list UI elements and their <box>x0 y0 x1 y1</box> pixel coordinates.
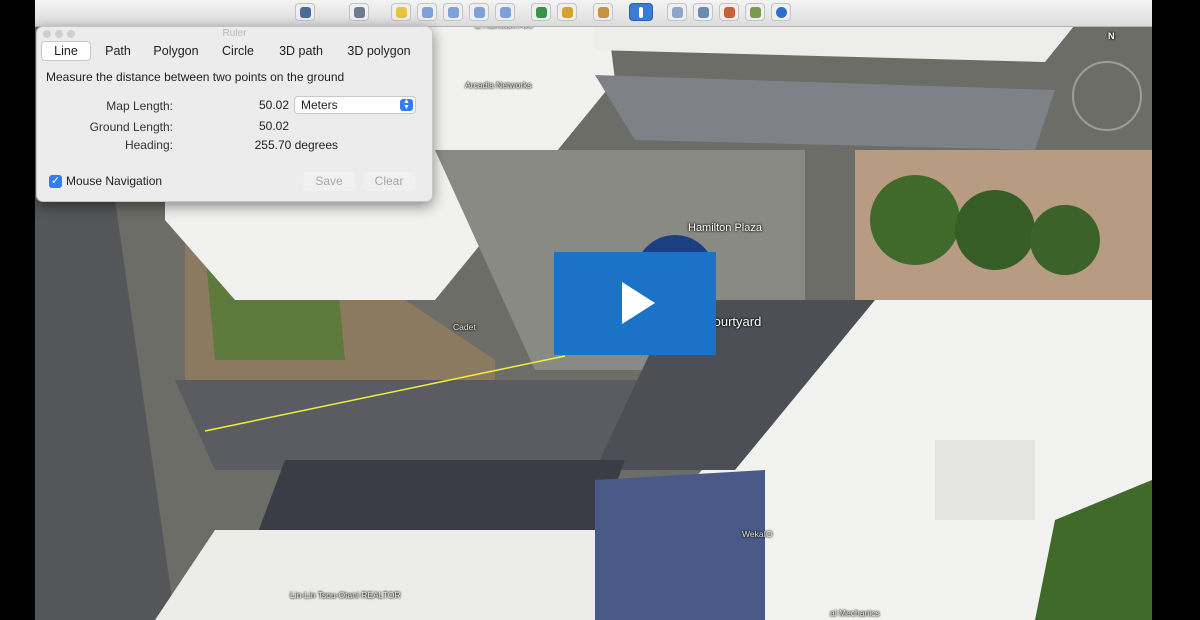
overlay-button[interactable] <box>469 3 489 21</box>
save-image-button[interactable] <box>719 3 739 21</box>
ruler-dialog: Ruler Line Path Polygon Circle 3D path 3… <box>36 26 433 202</box>
map-label-bottom-right[interactable]: al Mechanics <box>830 608 880 618</box>
map-label-hamilton-plaza[interactable]: Hamilton Plaza <box>688 222 762 234</box>
search-button[interactable] <box>295 3 315 21</box>
map-length-label: Map Length: <box>106 99 173 113</box>
dialog-title: Ruler <box>222 28 247 39</box>
unit-select-value: Meters <box>301 98 338 112</box>
mouse-navigation-label[interactable]: Mouse Navigation <box>66 174 162 188</box>
tab-3d-polygon[interactable]: 3D polygon <box>339 41 419 61</box>
ruler-tabs: Line Path Polygon Circle 3D path 3D poly… <box>41 41 425 61</box>
tab-3d-path[interactable]: 3D path <box>271 41 331 61</box>
tab-circle[interactable]: Circle <box>213 41 263 61</box>
heading-label: Heading: <box>124 138 173 152</box>
historical-imagery-button[interactable] <box>531 3 551 21</box>
google-earth-window: Hamilton Plaza HQ courtyard Arcadia Netw… <box>35 0 1152 620</box>
map-label-cadet[interactable]: Cadet <box>453 322 476 332</box>
video-play-button[interactable] <box>554 252 716 355</box>
path-button[interactable] <box>443 3 463 21</box>
placemark-button[interactable] <box>391 3 411 21</box>
compass-north[interactable]: N <box>1108 31 1115 41</box>
play-icon <box>622 282 655 324</box>
view-in-maps-button[interactable] <box>745 3 765 21</box>
ground-length-label: Ground Length: <box>89 120 173 134</box>
mouse-navigation-checkbox[interactable]: ✓ <box>49 175 62 188</box>
sidebar-toggle-button[interactable] <box>349 3 369 21</box>
tab-line[interactable]: Line <box>41 41 91 61</box>
clear-button[interactable]: Clear <box>363 172 415 191</box>
print-button[interactable] <box>693 3 713 21</box>
polygon-button[interactable] <box>417 3 437 21</box>
map-label-wekaio[interactable]: WekaIO <box>742 529 773 539</box>
earth-gallery-button[interactable] <box>771 3 791 21</box>
tour-button[interactable] <box>495 3 515 21</box>
sunlight-button[interactable] <box>557 3 577 21</box>
heading-value: 255.70 degrees <box>254 138 338 152</box>
planet-button[interactable] <box>593 3 613 21</box>
map-length-value: 50.02 <box>258 98 289 112</box>
ruler-button[interactable] <box>629 3 653 21</box>
tab-path[interactable]: Path <box>97 41 139 61</box>
chevron-updown-icon: ▲ ▼ <box>400 98 413 111</box>
tab-polygon[interactable]: Polygon <box>145 41 207 61</box>
map-label-arcadia[interactable]: Arcadia Networks <box>465 80 532 90</box>
map-label-realtor[interactable]: Lin-Lin Tsou-Otani REALTOR <box>290 590 401 600</box>
email-button[interactable] <box>667 3 687 21</box>
save-button[interactable]: Save <box>303 172 355 191</box>
toolbar <box>35 0 1152 27</box>
instruction-text: Measure the distance between two points … <box>46 70 345 84</box>
ground-length-value: 50.02 <box>258 119 289 133</box>
unit-select[interactable]: Meters ▲ ▼ <box>294 96 416 114</box>
